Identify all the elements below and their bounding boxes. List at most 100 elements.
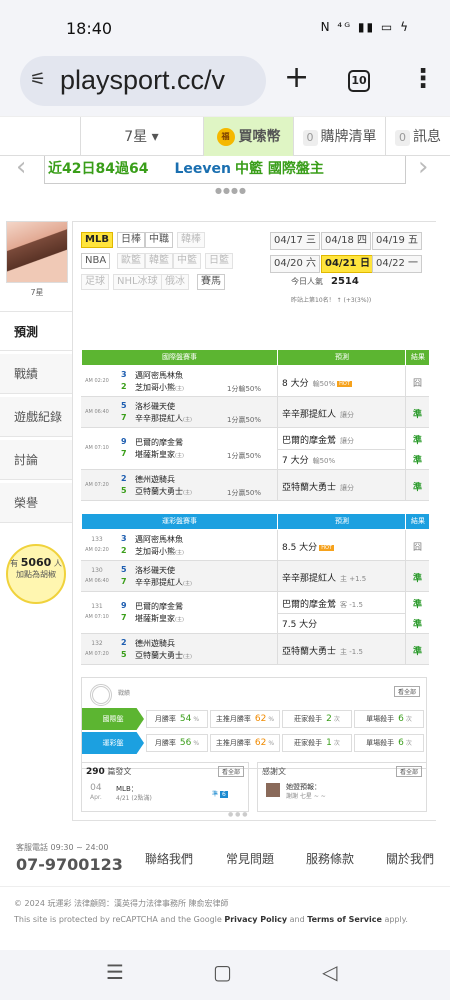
copyright: © 2024 玩運彩 法律顧問：漢英得力法律事務所 陳俞宏律師 — [14, 899, 229, 908]
prediction-cell[interactable]: 巴爾的摩金鶯 讓分 — [282, 433, 409, 446]
status-bar: 18:40 N ⁴ᴳ ▮▮ ▭ ϟ — [0, 0, 450, 52]
date-tab[interactable]: 04/20 六 — [270, 255, 320, 273]
prediction-pick: 亞特蘭大勇士 — [282, 647, 337, 657]
game-number: 131 — [91, 603, 103, 610]
clock: 18:40 — [66, 19, 113, 38]
stats-cell: 主推月勝率 62% — [210, 710, 280, 728]
stats-cell: 月勝率 56% — [146, 734, 208, 752]
prediction-cell[interactable]: 辛辛那提紅人 讓分 — [282, 407, 409, 420]
sport-tag[interactable]: NBA — [81, 253, 111, 269]
away-team: 邁阿密馬林魚 — [135, 371, 183, 380]
stats-more-button[interactable]: 看全部 — [393, 686, 420, 697]
banner-text-1: 近42日84過64 — [48, 161, 149, 177]
footer-link-about[interactable]: 關於我們 — [386, 850, 434, 867]
row-divider — [278, 449, 405, 450]
side-tab-discussion[interactable]: 討論 — [0, 440, 72, 480]
home-team-name: 亞特蘭大勇士 — [135, 487, 183, 496]
game-time: AM 02:20 — [85, 547, 109, 553]
url-text[interactable]: playsport.cc/v — [60, 65, 225, 96]
message-count: 0 — [395, 130, 410, 146]
post-badge-accurate: 準 — [212, 791, 219, 798]
prediction-cell[interactable]: 巴爾的摩金鶯客 -1.5 — [282, 597, 409, 610]
date-tab[interactable]: 04/21 日 — [321, 255, 374, 273]
site-settings-icon[interactable]: ⚟ — [30, 69, 46, 90]
prediction-cell[interactable]: 7.5 大分 — [282, 617, 409, 630]
away-score: 2 — [121, 638, 127, 647]
lottery-header-cell: 結果 — [407, 514, 430, 529]
recent-apps-icon[interactable]: ☰ — [106, 960, 124, 984]
stats-cell-unit: 次 — [333, 716, 340, 723]
lightbulb-counter[interactable]: 有 5060 人 加點為胡椒 — [6, 544, 66, 604]
prediction-cell[interactable]: 亞特蘭大勇士主 -1.5 — [282, 644, 409, 657]
home-score: 7 — [121, 449, 127, 458]
date-tab[interactable]: 04/19 五 — [372, 232, 422, 250]
messages-button[interactable]: 0 訊息 — [385, 117, 450, 157]
user-menu[interactable]: 7星 ▾ — [80, 117, 202, 157]
home-team-name: 芝加哥小熊 — [135, 383, 175, 392]
sport-tag: NHL冰球 — [113, 274, 162, 290]
prediction-cell[interactable]: 亞特蘭大勇士 讓分 — [282, 480, 409, 493]
side-tab-history[interactable]: 遊戲紀錄 — [0, 397, 72, 437]
post-item[interactable]: MLB： 4/21 (2點滿) — [116, 784, 152, 804]
promo-banner[interactable]: 近42日84過64 Leeven 中籃 國際盤主 — [44, 156, 406, 184]
cart-button[interactable]: 0 購牌清單 — [293, 117, 385, 157]
table-row: 130 AM 06:40 5 洛杉磯天使 7 辛辛那提紅人(主) 辛辛那提紅人主 +1.5 準 — [81, 561, 429, 592]
hot-badge: HOT — [337, 380, 352, 387]
intl-header-cell: 預測 — [279, 350, 406, 365]
footer-link-terms[interactable]: 服務條款 — [306, 850, 354, 867]
profile-name: 7星 — [30, 288, 44, 297]
avatar[interactable] — [6, 221, 68, 283]
sport-tag[interactable]: 日棒 — [117, 232, 145, 248]
site-nav: 7星 ▾ 福買嗦幣 0 購牌清單 0 訊息 — [0, 116, 450, 157]
date-tab[interactable]: 04/22 一 — [372, 255, 422, 273]
side-tab-honor[interactable]: 榮譽 — [0, 483, 72, 523]
stats-cell-unit: 次 — [333, 740, 340, 747]
prediction-cell[interactable]: 7 大分 輸50% — [282, 453, 409, 466]
game-number: 132 — [91, 640, 103, 647]
side-tab-predict[interactable]: 預測 — [0, 311, 72, 351]
away-team: 德州遊騎兵 — [135, 475, 175, 484]
prediction-cell[interactable]: 8 大分 輸50% HOT — [282, 376, 409, 389]
prediction-spread: 輸50% — [312, 380, 336, 388]
support-phone[interactable]: 07-9700123 — [16, 855, 123, 874]
new-tab-button[interactable]: + — [284, 60, 309, 95]
thanks-more-button[interactable]: 看全部 — [395, 766, 422, 777]
hot-badge: HOT — [319, 544, 334, 551]
result-mark: 準 — [412, 456, 422, 466]
date-tab[interactable]: 04/18 四 — [321, 232, 371, 250]
privacy-link[interactable]: Privacy Policy — [224, 915, 287, 924]
thanks-subtitle: 謝謝 七星 ~ ~ — [286, 793, 326, 800]
banner-prev-icon[interactable]: ‹ — [16, 152, 26, 182]
lottery-header-cell: 預測 — [279, 514, 406, 529]
sport-tag[interactable]: 賽馬 — [197, 274, 225, 290]
browser-menu-icon[interactable]: ⋮ — [410, 64, 436, 94]
stats-row: 運彩盤 月勝率 56% 主推月勝率 62% 莊家殺手 1 次單場殺手 6 次 — [82, 732, 426, 754]
terms-link[interactable]: Terms of Service — [307, 915, 382, 924]
bulb-count: 5060 — [20, 556, 52, 569]
prediction-cell[interactable]: 8.5 大分 HOT — [282, 540, 409, 553]
side-tab-record[interactable]: 戰績 — [0, 354, 72, 394]
home-tag: (主) — [183, 490, 192, 496]
tab-count-button[interactable]: 10 — [348, 70, 370, 92]
home-score: 5 — [121, 486, 127, 495]
stats-box: 戰績 看全部 國際盤 月勝率 54% 主推月勝率 62% 莊家殺手 2 次單場殺手 6 次運彩盤月… — [81, 677, 427, 769]
prediction-cell[interactable]: 辛辛那提紅人主 +1.5 — [282, 571, 409, 584]
footer-link-faq[interactable]: 常見問題 — [226, 850, 274, 867]
buy-coin-button[interactable]: 福買嗦幣 — [203, 117, 293, 157]
banner-next-icon[interactable]: › — [418, 152, 428, 182]
stats-cell-label: 主推月勝率 — [215, 715, 251, 723]
sport-tag[interactable]: MLB — [81, 232, 113, 248]
back-icon[interactable]: ◁ — [322, 960, 337, 984]
popularity-value: 2514 — [331, 276, 359, 287]
date-tab[interactable]: 04/17 三 — [270, 232, 320, 250]
sport-tag[interactable]: 中職 — [145, 232, 173, 248]
home-icon[interactable]: ▢ — [213, 960, 232, 984]
recaptcha-prefix: This site is protected by reCAPTCHA and … — [14, 915, 225, 924]
game-time: AM 06:40 — [85, 409, 109, 415]
posts-more-button[interactable]: 看全部 — [217, 766, 244, 777]
bulb-sub: 加點為胡椒 — [16, 570, 56, 579]
post-title: MLB： — [116, 785, 138, 793]
thanks-item[interactable]: 她盟預報： 謝謝 七星 ~ ~ — [286, 782, 326, 802]
url-bar[interactable]: ⚟ playsport.cc/v — [20, 56, 266, 106]
footer-link-contact[interactable]: 聯絡我們 — [145, 850, 193, 867]
